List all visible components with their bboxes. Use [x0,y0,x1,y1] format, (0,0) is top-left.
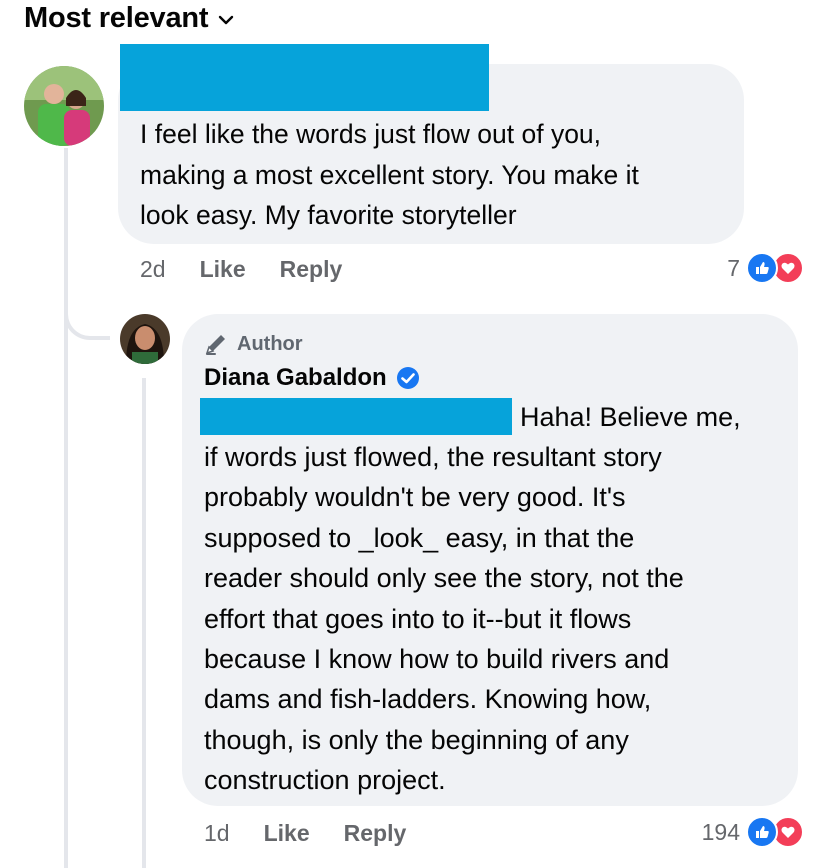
like-reaction-icon [746,252,778,284]
redacted-name [120,44,489,111]
reply-text-line: probably wouldn't be very good. It's [204,482,626,513]
comment-timestamp[interactable]: 2d [140,256,166,283]
like-reaction-icon [746,816,778,848]
reply-connector [64,148,110,340]
reply-text-line: reader should only see the story, not th… [204,563,684,594]
comment-text-line: I feel like the words just flow out of y… [140,119,602,149]
sort-label: Most relevant [24,1,209,34]
like-button[interactable]: Like [200,256,246,283]
comment-text-line: look easy. My favorite storyteller [140,200,517,230]
reply-text-line: effort that goes into to it--but it flow… [204,603,632,634]
commenter-avatar[interactable] [24,66,104,146]
reply-timestamp[interactable]: 1d [204,820,230,847]
pencil-icon [205,335,225,355]
comment-actions: 2d Like Reply [140,254,376,284]
sort-dropdown[interactable]: Most relevant [24,0,234,36]
comment-text: I feel like the words just flow out of y… [140,114,730,236]
reaction-summary[interactable]: 7 [727,252,804,284]
reply-reaction-summary[interactable]: 194 [702,816,804,848]
author-name-text: Diana Gabaldon [204,364,387,391]
reply-button[interactable]: Reply [280,256,343,283]
reply-text-line: supposed to _look_ easy, in that the [204,522,635,553]
reply-like-button[interactable]: Like [264,820,310,847]
author-avatar[interactable] [120,314,170,364]
reaction-count: 7 [727,254,740,281]
chevron-down-icon [219,15,234,25]
author-badge: Author [204,330,303,358]
reply-text-line: because I know how to build rivers and [204,644,670,675]
redacted-mention [200,398,512,435]
reply-thread-line [142,378,146,868]
reply-text-line: if words just flowed, the resultant stor… [204,442,662,472]
verified-badge-icon [396,367,419,389]
reply-text-line: dams and fish-ladders. Knowing how, [204,684,652,715]
reply-reply-button[interactable]: Reply [344,820,407,847]
reply-text-line: though, is only the beginning of any [204,724,629,755]
reply-text: if words just flowed, the resultant stor… [204,437,784,801]
author-badge-label: Author [237,332,303,355]
reply-actions: 1d Like Reply [204,818,440,848]
reply-text-line: construction project. [204,765,446,796]
comment-text-line: making a most excellent story. You make … [140,159,639,190]
reply-text-first-line: Haha! Believe me, [520,402,741,432]
reply-reaction-count: 194 [701,818,740,845]
author-name[interactable]: Diana Gabaldon [204,362,420,394]
